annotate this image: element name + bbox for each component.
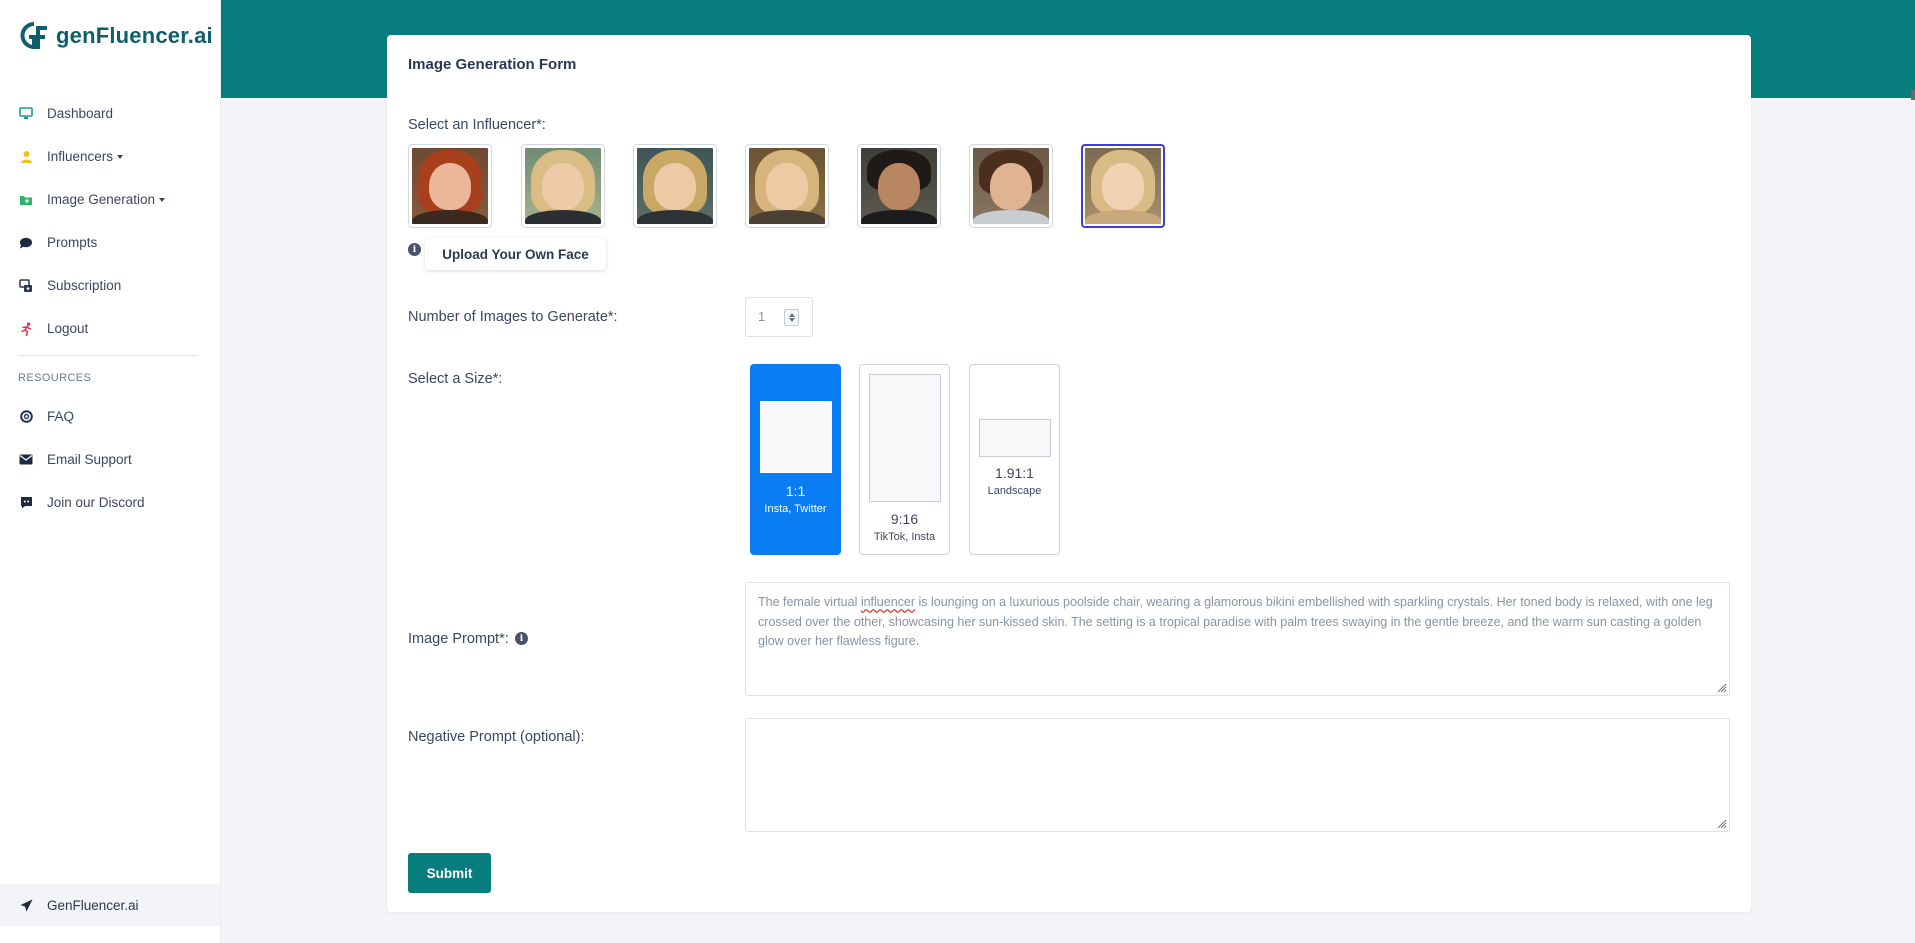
size-option-1-91-1[interactable]: 1.91:1 Landscape bbox=[969, 364, 1060, 555]
size-ratio: 1.91:1 bbox=[995, 465, 1034, 481]
size-label: Select a Size*: bbox=[408, 371, 503, 387]
image-prompt-textarea[interactable]: The female virtual influencer is loungin… bbox=[745, 582, 1730, 696]
sidebar-item-discord[interactable]: Join our Discord bbox=[0, 481, 220, 524]
size-option-1-1[interactable]: 1:1 Insta, Twitter bbox=[750, 364, 841, 555]
sidebar-item-image-generation[interactable]: Image Generation bbox=[0, 178, 220, 221]
chat-bubble-icon bbox=[18, 235, 34, 251]
size-desc: Insta, Twitter bbox=[764, 503, 827, 515]
number-spinner-icon[interactable] bbox=[784, 309, 799, 326]
sidebar-item-label: Dashboard bbox=[47, 106, 114, 121]
sidebar-item-faq[interactable]: FAQ bbox=[0, 395, 220, 438]
resize-grip-icon[interactable] bbox=[1715, 681, 1727, 693]
influencer-option[interactable] bbox=[745, 144, 829, 228]
sidebar-item-dashboard[interactable]: Dashboard bbox=[0, 92, 220, 135]
brand-logo[interactable]: genFluencer.ai bbox=[20, 20, 213, 52]
influencer-option[interactable] bbox=[969, 144, 1053, 228]
size-option-9-16[interactable]: 9:16 TikTok, Insta bbox=[859, 364, 950, 555]
info-icon[interactable]: i bbox=[515, 632, 528, 645]
paper-plane-icon bbox=[18, 897, 34, 913]
influencer-option-selected[interactable] bbox=[1081, 144, 1165, 228]
sidebar-item-prompts[interactable]: Prompts bbox=[0, 221, 220, 264]
sidebar-item-label: Join our Discord bbox=[47, 495, 145, 510]
sidebar-item-label: Logout bbox=[47, 321, 89, 336]
sidebar-item-label: Influencers bbox=[47, 149, 114, 164]
sidebar-item-subscription[interactable]: Subscription bbox=[0, 264, 220, 307]
resize-grip-icon[interactable] bbox=[1715, 817, 1727, 829]
aspect-landscape-preview bbox=[979, 419, 1051, 457]
sidebar-item-influencers[interactable]: Influencers bbox=[0, 135, 220, 178]
sidebar: genFluencer.ai Dashboard Influencers Ima… bbox=[0, 0, 221, 943]
info-icon[interactable]: i bbox=[408, 243, 421, 256]
footer-label: GenFluencer.ai bbox=[47, 897, 139, 913]
size-desc: TikTok, Insta bbox=[873, 531, 936, 543]
resources-heading: RESOURCES bbox=[18, 372, 92, 384]
envelope-icon bbox=[18, 452, 34, 468]
resources-nav: FAQ Email Support Join our Discord bbox=[0, 395, 220, 524]
size-ratio: 9:16 bbox=[890, 511, 919, 527]
sidebar-item-label: Image Generation bbox=[47, 192, 156, 207]
brand-name: genFluencer.ai bbox=[56, 23, 213, 48]
chevron-down-icon bbox=[117, 154, 124, 159]
image-folder-icon bbox=[18, 192, 34, 208]
image-generation-form-card: Image Generation Form Select an Influenc… bbox=[387, 35, 1751, 912]
discord-icon bbox=[18, 495, 34, 511]
sidebar-footer-link[interactable]: GenFluencer.ai bbox=[0, 884, 220, 926]
running-person-icon bbox=[18, 321, 34, 337]
influencer-avatar bbox=[412, 148, 488, 224]
spellcheck-flagged-word: influencer bbox=[860, 595, 916, 609]
influencer-avatar bbox=[525, 148, 601, 224]
sidebar-divider bbox=[18, 355, 198, 356]
influencer-option[interactable] bbox=[521, 144, 605, 228]
sidebar-item-label: FAQ bbox=[47, 409, 75, 424]
main-nav: Dashboard Influencers Image Generation P… bbox=[0, 92, 220, 350]
user-icon bbox=[18, 149, 34, 165]
influencer-option[interactable] bbox=[633, 144, 717, 228]
influencer-avatar bbox=[749, 148, 825, 224]
image-prompt-label: Image Prompt*: bbox=[408, 631, 509, 647]
image-count-label: Number of Images to Generate*: bbox=[408, 309, 618, 325]
lifebuoy-icon bbox=[18, 409, 34, 425]
upload-face-button[interactable]: Upload Your Own Face bbox=[425, 238, 606, 270]
influencer-avatar bbox=[861, 148, 937, 224]
sidebar-item-label: Subscription bbox=[47, 278, 122, 293]
form-title: Image Generation Form bbox=[408, 56, 577, 73]
negative-prompt-textarea[interactable] bbox=[745, 718, 1730, 832]
sidebar-item-logout[interactable]: Logout bbox=[0, 307, 220, 350]
image-count-value: 1 bbox=[758, 309, 766, 324]
sidebar-item-label: Email Support bbox=[47, 452, 132, 467]
genfluencer-logo-icon bbox=[20, 22, 47, 50]
aspect-portrait-preview bbox=[869, 374, 941, 502]
negative-prompt-label: Negative Prompt (optional): bbox=[408, 729, 585, 745]
submit-button[interactable]: Submit bbox=[408, 853, 491, 893]
influencer-label: Select an Influencer*: bbox=[408, 117, 546, 133]
sidebar-item-label: Prompts bbox=[47, 235, 98, 250]
influencer-option[interactable] bbox=[408, 144, 492, 228]
influencer-avatar bbox=[1085, 148, 1161, 224]
size-ratio: 1:1 bbox=[785, 483, 806, 499]
image-count-input[interactable]: 1 bbox=[745, 297, 813, 337]
sidebar-item-email-support[interactable]: Email Support bbox=[0, 438, 220, 481]
influencer-avatar bbox=[637, 148, 713, 224]
aspect-square-preview bbox=[760, 401, 832, 473]
monitor-icon bbox=[18, 106, 34, 122]
size-desc: Landscape bbox=[987, 485, 1042, 497]
scrollbar-thumb[interactable] bbox=[1911, 90, 1915, 100]
influencer-avatar bbox=[973, 148, 1049, 224]
chevron-down-icon bbox=[159, 197, 166, 202]
influencer-option[interactable] bbox=[857, 144, 941, 228]
subscription-icon bbox=[18, 278, 34, 294]
prompt-text-start: The female virtual bbox=[758, 595, 861, 609]
